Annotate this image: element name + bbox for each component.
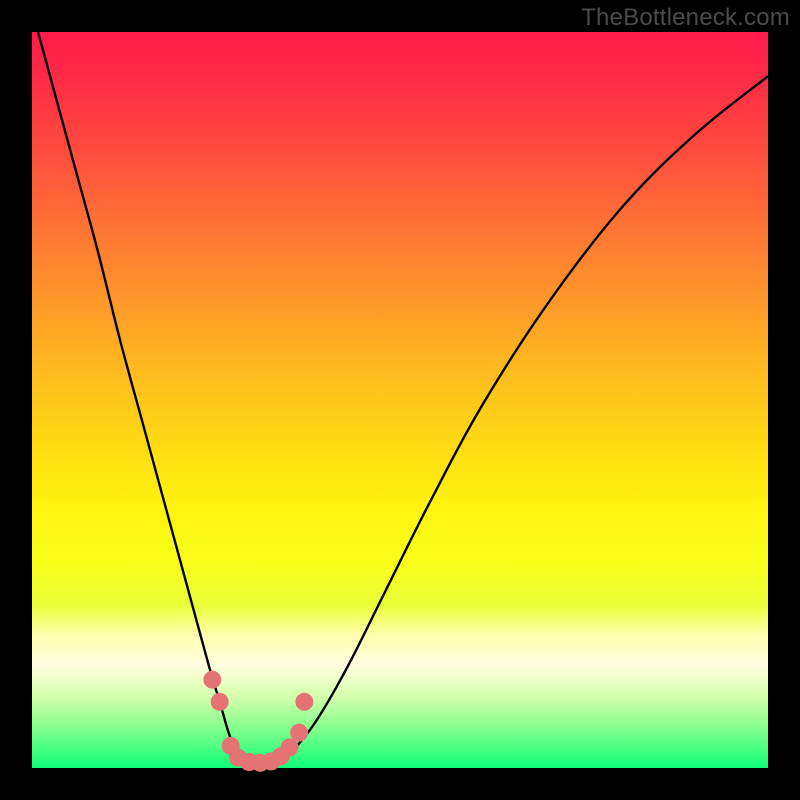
- data-marker: [295, 693, 313, 711]
- watermark-label: TheBottleneck.com: [581, 4, 790, 32]
- plot-area: [32, 32, 768, 768]
- data-marker: [290, 724, 308, 742]
- marker-group: [203, 671, 313, 772]
- chart-frame: TheBottleneck.com: [0, 0, 800, 800]
- data-marker: [203, 671, 221, 689]
- data-marker: [211, 693, 229, 711]
- data-marker: [281, 738, 299, 756]
- bottleneck-curve: [32, 10, 768, 765]
- chart-svg: [32, 32, 768, 768]
